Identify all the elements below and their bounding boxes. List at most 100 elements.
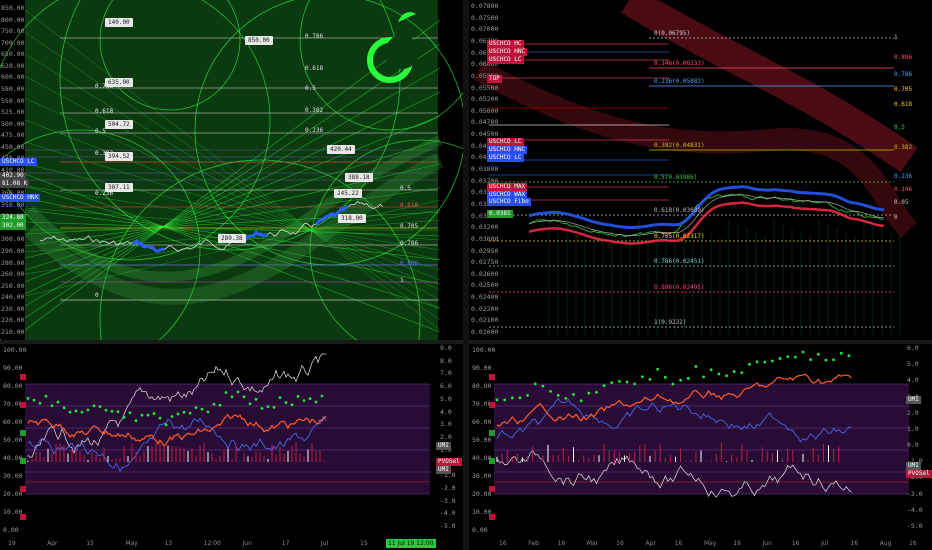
right-fib-label: 0.786 [400, 240, 419, 247]
pane-divider-vertical[interactable] [463, 0, 469, 550]
br-yr-tick: 2.0 [907, 408, 919, 417]
top-left-chart[interactable]: 850.00 800.00 750.00 700.00 650.00 620.00 600.… [0, 0, 463, 340]
tr-y-tick: 0.05500 [471, 83, 499, 92]
bl-date-tick: 19 [8, 540, 16, 547]
bottom-left-right-tag: UMI [436, 442, 451, 450]
oscillator-dot [526, 394, 529, 397]
tl-y-tick: 750.00 [1, 27, 25, 36]
bl-yr-tick: 5.0 [440, 394, 452, 403]
right-fib-label: 0.5 [400, 185, 411, 192]
right-fib-label: 1 [400, 277, 404, 284]
price-box-label: 394.52 [105, 152, 133, 161]
oscillator-dot [663, 375, 667, 379]
top-left-tag: 324.80 [0, 214, 26, 222]
fib-level-label: 0.886(0.02495) [654, 284, 705, 291]
bottom-left-oscillator-canvas[interactable] [0, 344, 463, 550]
br-date-tick: 16 [733, 540, 741, 547]
fib-level-label: 1(0.0232) [654, 319, 687, 326]
bottom-left-oscillator[interactable]: 100.00 90.00 80.00 70.00 60.00 50.00 40.00 30.0… [0, 344, 463, 550]
crosshair-time: 12:00 [416, 540, 434, 547]
tl-y-tick: 800.00 [1, 15, 25, 24]
price-box-label: 289.38 [218, 234, 246, 243]
bl-yr-tick: 7.0 [440, 369, 452, 378]
oscillator-dot [564, 396, 568, 400]
br-yr-tick: -4.0 [907, 505, 923, 514]
crescent-logo-mask [385, 35, 419, 69]
br-y-tick: 90.00 [472, 364, 492, 372]
bl-date-tick: Jul [320, 540, 329, 547]
tl-y-tick: 700.00 [1, 38, 25, 47]
tr-y-tick: 0.07000 [471, 25, 499, 34]
br-yr-tick: 1.0 [907, 424, 919, 433]
tl-y-tick: 220.00 [1, 316, 25, 325]
top-right-chart[interactable]: 0.07800 0.07500 0.07000 0.06700 0.06500 0.060… [469, 0, 932, 340]
oscillator-dot [122, 415, 126, 419]
oscillator-dot [134, 419, 138, 423]
series-marker [489, 458, 495, 464]
oscillator-dot [116, 410, 120, 414]
bl-yr-tick: -2.0 [440, 483, 456, 492]
br-date-tick: 16 [674, 540, 683, 547]
tl-y-tick: 525.00 [1, 108, 25, 117]
tl-y-tick: 230.00 [1, 304, 25, 313]
br-date-tick: 16 [499, 540, 507, 547]
oscillator-dot [518, 396, 522, 400]
oscillator-dot [740, 371, 744, 375]
oscillator-dot [128, 411, 132, 415]
fib-level-label: 0.146(0.06133) [654, 60, 705, 67]
oscillator-dot [230, 395, 234, 399]
oscillator-dot [656, 367, 660, 371]
bl-yr-tick: 3.0 [440, 420, 452, 429]
oscillator-dot [549, 389, 552, 393]
tr-y-tick: 0.07800 [471, 2, 499, 10]
bl-yr-tick: 8.0 [440, 356, 452, 365]
price-box-label: 850.00 [245, 36, 273, 45]
br-date-tick: Feb [528, 540, 539, 547]
oscillator-dot [824, 358, 828, 362]
pane-divider-left[interactable] [0, 340, 463, 344]
oscillator-dot [801, 350, 805, 354]
tr-y-tick: 0.02500 [471, 281, 499, 290]
right-fib-label: 0.786 [894, 71, 913, 78]
br-yr-tick: 5.0 [907, 360, 919, 369]
right-fib-label: 0.786 [305, 33, 324, 40]
pane-divider-right[interactable] [469, 340, 932, 344]
oscillator-dot [702, 375, 705, 379]
oscillator-dot [176, 412, 180, 416]
bl-y-tick: 60.00 [3, 418, 23, 426]
oscillator-dot [104, 408, 108, 412]
oscillator-dot [56, 400, 60, 404]
oscillator-dot [579, 399, 583, 403]
bl-date-tick: Jun [242, 540, 253, 547]
oscillator-dot [80, 410, 84, 414]
bottom-right-right-tag: PVOSel [906, 470, 932, 478]
tr-y-tick: 0.04700 [471, 118, 499, 127]
oscillator-dot [194, 406, 198, 410]
tr-y-tick: 0.02950 [471, 246, 499, 255]
oscillator-dot [266, 405, 270, 409]
tr-y-tick: 0.02200 [471, 304, 499, 313]
tr-y-tick: 0.05000 [471, 106, 499, 115]
oscillator-dot [503, 398, 507, 402]
oscillator-dot [732, 370, 736, 373]
oscillator-dot [748, 362, 751, 366]
br-date-tick: Aug [879, 540, 892, 547]
tr-y-tick: 0.02400 [471, 293, 499, 302]
tl-y-tick: 650.00 [1, 50, 25, 59]
tr-y-tick: 0.03200 [471, 223, 499, 232]
series-marker [489, 374, 495, 380]
oscillator-dot [832, 358, 835, 362]
oscillator-dot [839, 351, 843, 355]
tl-y-tick: 475.00 [1, 131, 25, 140]
oscillator-dot [595, 390, 598, 394]
tr-y-tick: 0.07500 [471, 13, 499, 22]
bottom-right-oscillator[interactable]: 100.00 90.00 80.00 70.00 60.00 50.00 40.00 30.0… [469, 344, 932, 550]
oscillator-dot [110, 409, 114, 413]
oscillator-dot [44, 394, 48, 398]
bottom-right-oscillator-canvas[interactable] [469, 344, 932, 550]
oscillator-dot [725, 374, 728, 378]
tl-y-tick: 250.00 [1, 281, 25, 290]
right-fib-label: 0.236 [894, 173, 913, 180]
top-left-chart-canvas[interactable] [0, 0, 463, 340]
oscillator-dot [510, 396, 514, 400]
